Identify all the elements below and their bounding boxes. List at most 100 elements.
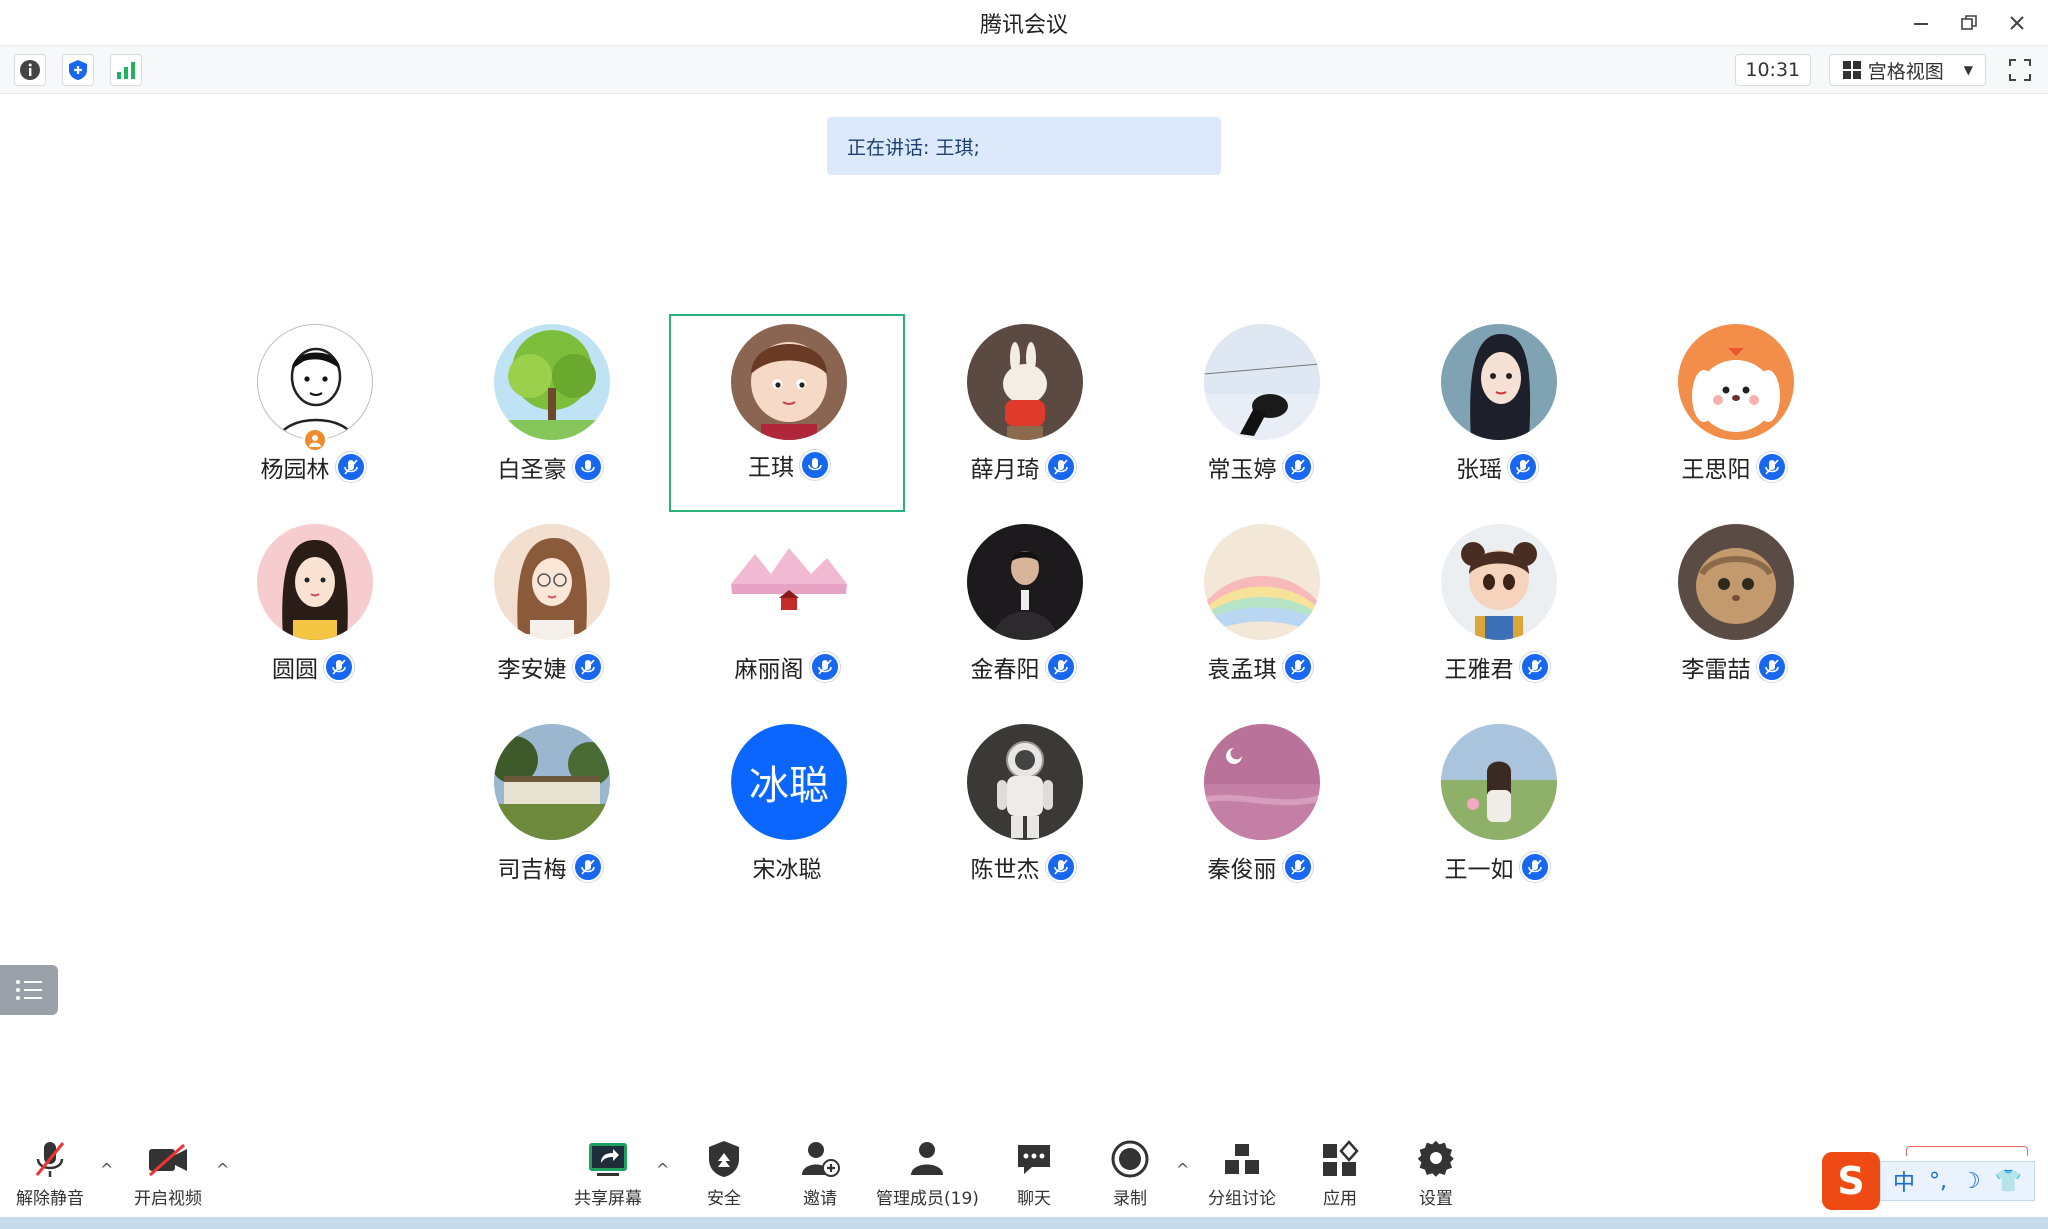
- invite-label: 邀请: [803, 1189, 837, 1209]
- mic-on-icon: [572, 452, 603, 482]
- share-options-chevron-icon[interactable]: ^: [656, 1160, 669, 1179]
- participant-name: 圆圆: [272, 657, 318, 683]
- avatar: [731, 324, 847, 440]
- mic-muted-icon: [1282, 852, 1313, 882]
- share-screen-icon: [589, 1143, 627, 1176]
- participant-tile[interactable]: 司吉梅: [432, 716, 668, 914]
- avatar: [967, 524, 1083, 640]
- participant-tile[interactable]: 李雷喆: [1616, 516, 1852, 714]
- participant-name: 张瑶: [1456, 457, 1502, 483]
- participant-tile[interactable]: 张瑶: [1379, 316, 1615, 514]
- add-user-icon: [802, 1142, 840, 1177]
- avatar: [494, 724, 610, 840]
- avatar: [1204, 724, 1320, 840]
- security-label: 安全: [707, 1189, 741, 1209]
- settings-button[interactable]: 设置: [1416, 1136, 1456, 1209]
- invite-button[interactable]: 邀请: [800, 1136, 840, 1209]
- mic-muted-icon: [1508, 452, 1538, 482]
- participant-name: 司吉梅: [497, 857, 567, 883]
- avatar: [257, 524, 373, 640]
- participant-tile[interactable]: 金春阳: [905, 516, 1141, 714]
- sogou-ime-logo[interactable]: S: [1822, 1152, 1880, 1210]
- participant-tile[interactable]: 王思阳: [1616, 316, 1852, 514]
- list-icon: [16, 980, 42, 1000]
- breakout-rooms-label: 分组讨论: [1208, 1189, 1276, 1209]
- security-button[interactable]: 安全: [706, 1136, 742, 1209]
- participant-tile[interactable]: 麻丽阁: [669, 516, 905, 714]
- unmute-label: 解除静音: [16, 1189, 84, 1209]
- mic-muted-icon: [1045, 652, 1076, 682]
- avatar: [1204, 524, 1320, 640]
- apps-button[interactable]: 应用: [1320, 1136, 1360, 1209]
- participant-grid: 杨园林 白圣豪 王琪 薛月琦 常玉婷 张瑶 王思阳 圆圆 李安婕 麻丽阁 金春阳…: [0, 0, 2048, 1229]
- chat-icon: [1018, 1145, 1050, 1174]
- taskbar-strip: [0, 1217, 2048, 1229]
- members-icon: [911, 1142, 944, 1175]
- share-screen-button[interactable]: 共享屏幕: [574, 1136, 642, 1209]
- record-options-chevron-icon[interactable]: ^: [1176, 1160, 1189, 1179]
- start-video-label: 开启视频: [134, 1189, 202, 1209]
- participant-tile[interactable]: 杨园林: [195, 316, 431, 514]
- avatar: [731, 524, 847, 640]
- apps-label: 应用: [1323, 1189, 1357, 1209]
- mic-muted-icon: [335, 452, 366, 482]
- avatar: [1678, 524, 1794, 640]
- mic-muted-icon: [1756, 452, 1787, 482]
- participant-tile[interactable]: 李安婕: [432, 516, 668, 714]
- record-icon: [1111, 1140, 1149, 1178]
- participant-name: 麻丽阁: [734, 657, 804, 683]
- host-icon: [303, 428, 327, 452]
- gear-icon: [1417, 1140, 1454, 1177]
- participant-tile[interactable]: 秦俊丽: [1142, 716, 1378, 914]
- participant-name: 杨园林: [260, 457, 330, 483]
- mic-muted-icon: [1282, 452, 1313, 482]
- mic-muted-icon: [1045, 452, 1076, 482]
- mic-muted-icon: [572, 652, 603, 682]
- avatar: [494, 324, 610, 440]
- participant-name: 常玉婷: [1207, 457, 1277, 483]
- participant-name: 袁孟琪: [1207, 657, 1277, 683]
- participant-name: 李安婕: [497, 657, 567, 683]
- avatar: [1441, 524, 1557, 640]
- participant-name: 白圣豪: [497, 457, 567, 483]
- participant-tile[interactable]: 王一如: [1379, 716, 1615, 914]
- mic-muted-icon: [1045, 852, 1076, 882]
- participant-tile[interactable]: 白圣豪: [432, 316, 668, 514]
- participant-tile[interactable]: 常玉婷: [1142, 316, 1378, 514]
- mic-muted-icon: [572, 852, 603, 882]
- ime-mode-label[interactable]: 中: [1893, 1165, 1915, 1197]
- participant-tile[interactable]: 薛月琦: [905, 316, 1141, 514]
- participant-name: 陈世杰: [970, 857, 1040, 883]
- skin-icon[interactable]: 👕: [1995, 1169, 2022, 1194]
- ime-punct-label[interactable]: °,: [1929, 1169, 1947, 1194]
- mic-muted-icon: [1756, 652, 1787, 682]
- record-label: 录制: [1113, 1189, 1147, 1209]
- mic-options-chevron-icon[interactable]: ^: [100, 1160, 113, 1179]
- mic-muted-icon: [1282, 652, 1313, 682]
- breakout-rooms-button[interactable]: 分组讨论: [1208, 1136, 1276, 1209]
- participant-tile[interactable]: 袁孟琪: [1142, 516, 1378, 714]
- participant-tile[interactable]: 陈世杰: [905, 716, 1141, 914]
- participant-name: 秦俊丽: [1207, 857, 1277, 883]
- camera-off-icon: [149, 1143, 187, 1177]
- participant-tile[interactable]: 冰聪 宋冰聪: [669, 716, 905, 914]
- avatar: [967, 324, 1083, 440]
- ime-status-bar[interactable]: 中 °, ☽ 👕: [1880, 1161, 2036, 1201]
- mic-muted-icon: [1519, 852, 1550, 882]
- avatar-initials: 冰聪: [731, 724, 847, 840]
- participant-tile-active[interactable]: 王琪: [669, 314, 905, 512]
- ime-toolbar[interactable]: S 中 °, ☽ 👕: [1822, 1152, 2048, 1210]
- member-list-toggle-button[interactable]: [0, 965, 58, 1015]
- unmute-button[interactable]: 解除静音: [16, 1136, 84, 1209]
- avatar: [257, 324, 373, 440]
- meeting-controls: 解除静音 ^ 开启视频 ^ 共享屏幕 ^ 安全 邀请 管理成员(19) 聊天 录…: [0, 1130, 2048, 1218]
- participant-tile[interactable]: 王雅君: [1379, 516, 1615, 714]
- manage-members-button[interactable]: 管理成员(19): [876, 1136, 979, 1209]
- moon-icon[interactable]: ☽: [1961, 1169, 1981, 1194]
- mic-muted-icon: [1519, 652, 1550, 682]
- video-options-chevron-icon[interactable]: ^: [216, 1160, 229, 1179]
- start-video-button[interactable]: 开启视频: [134, 1136, 202, 1209]
- chat-button[interactable]: 聊天: [1014, 1136, 1054, 1209]
- participant-tile[interactable]: 圆圆: [195, 516, 431, 714]
- record-button[interactable]: 录制: [1110, 1136, 1150, 1209]
